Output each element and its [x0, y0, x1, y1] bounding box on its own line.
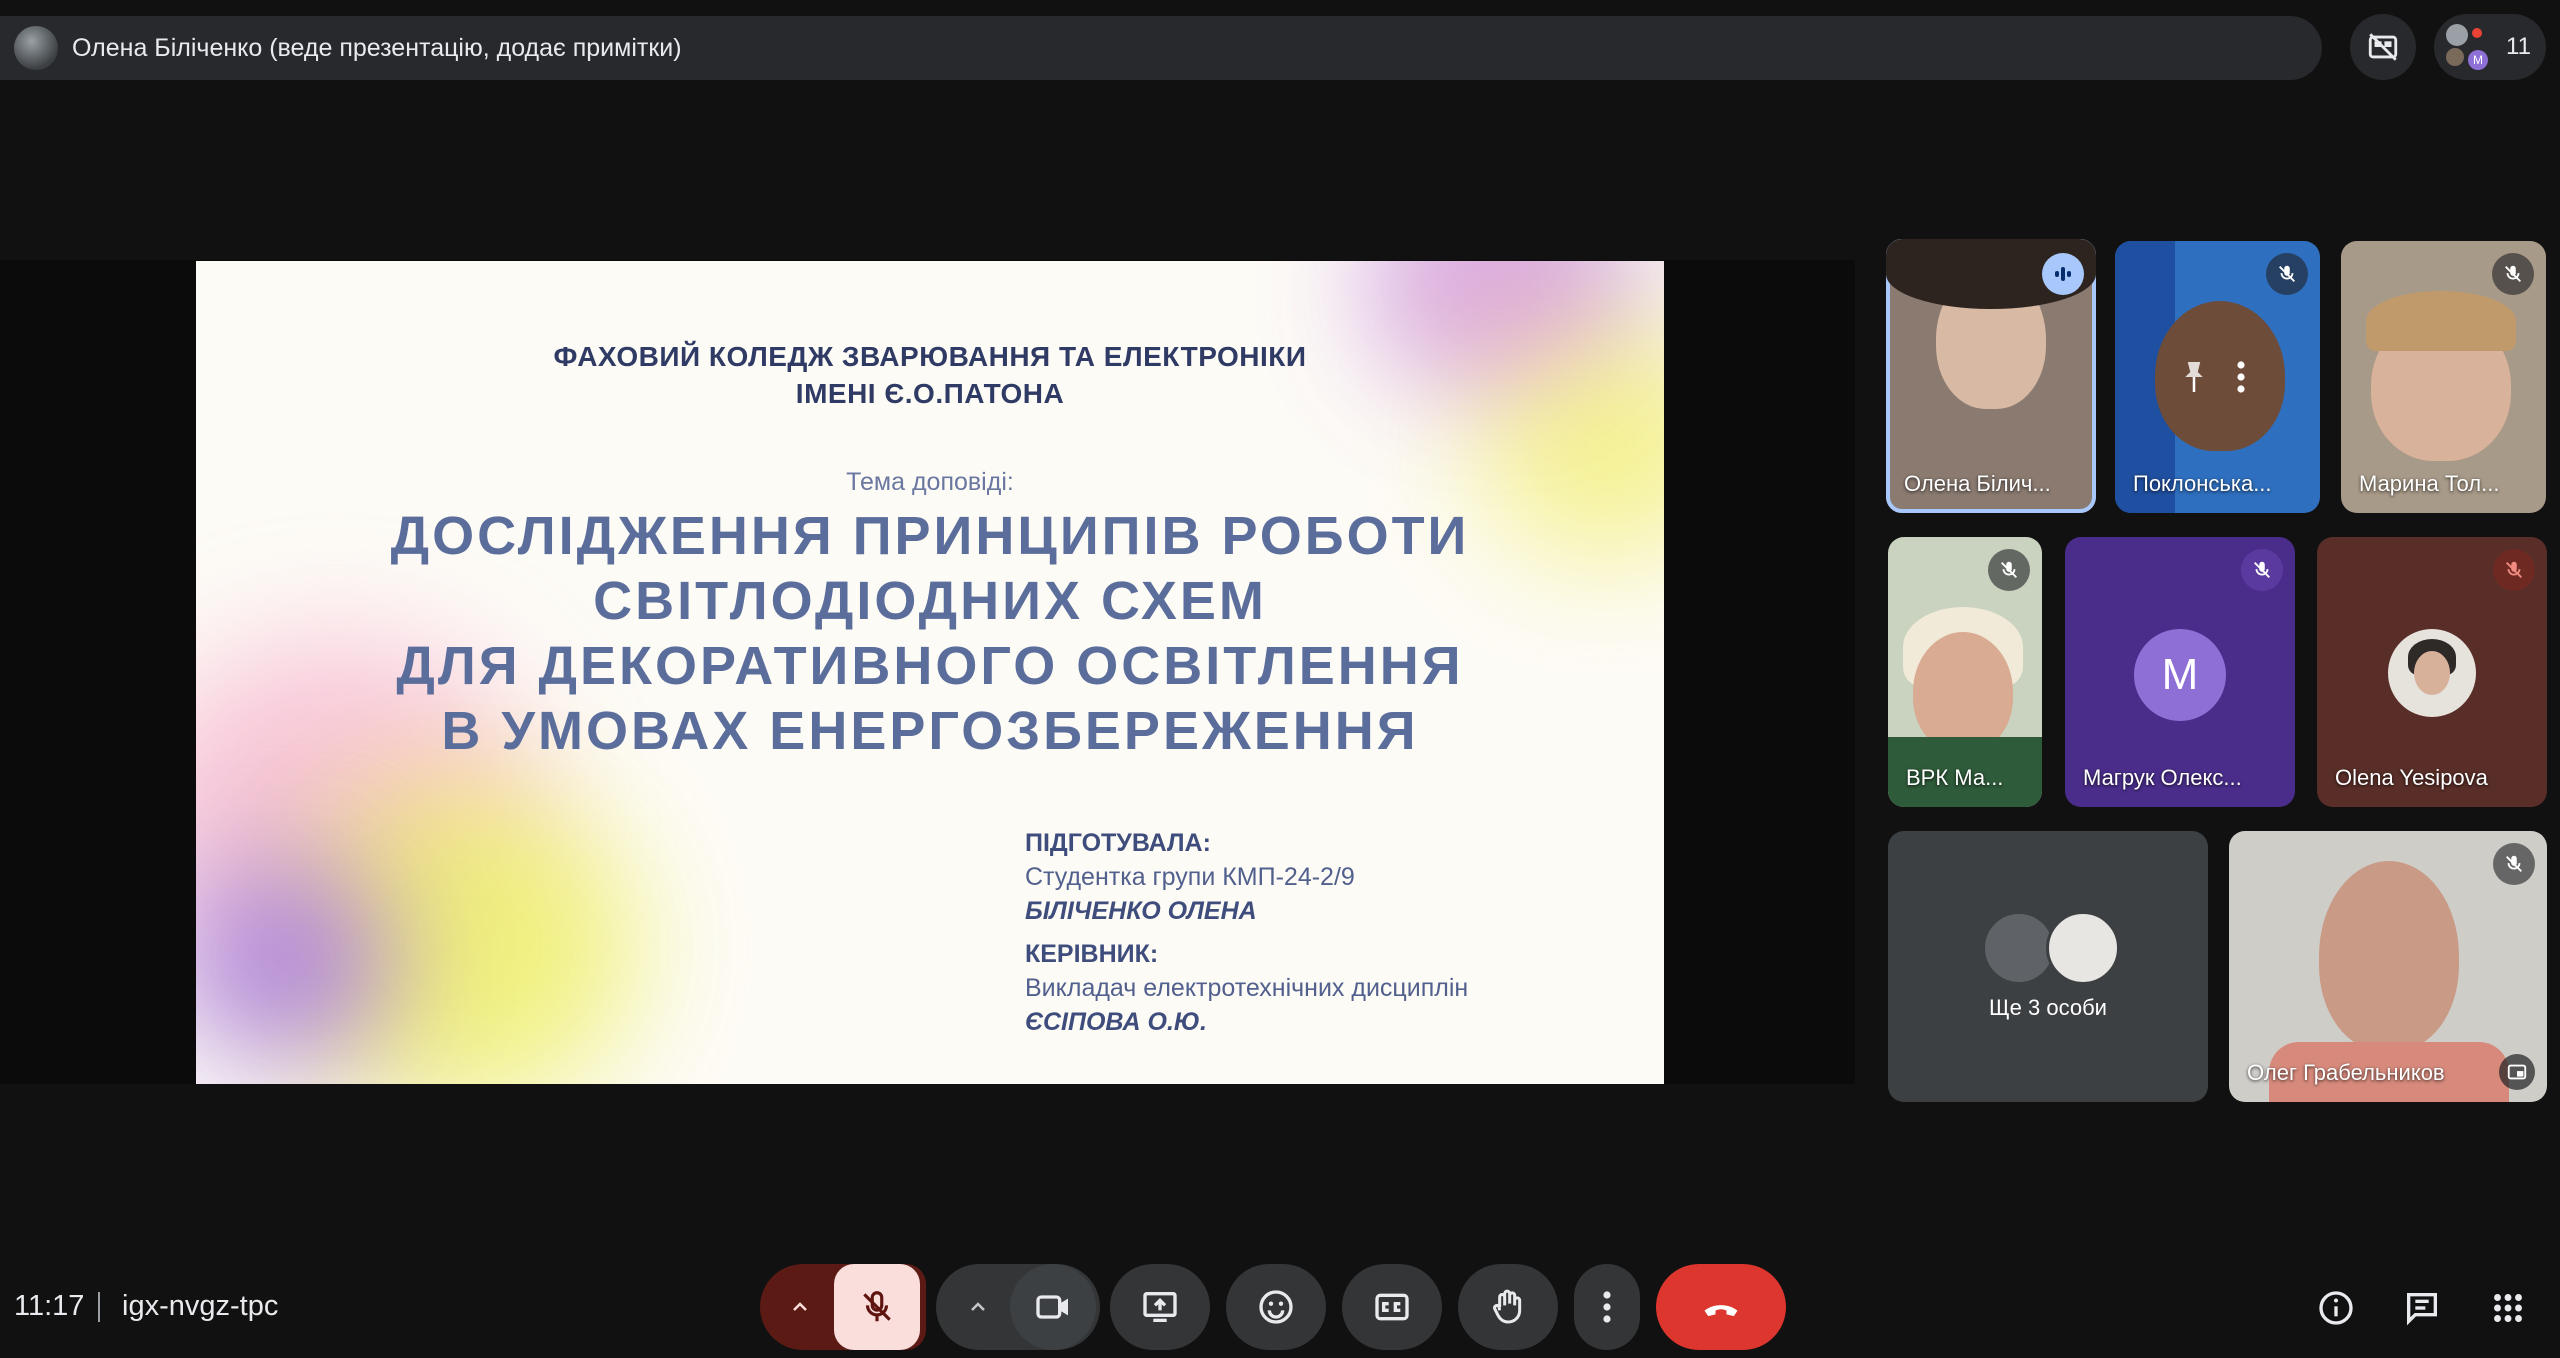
divider	[98, 1292, 100, 1322]
hand-icon	[1493, 1289, 1522, 1324]
participant-avatar	[1982, 911, 2056, 985]
mic-off-icon	[2506, 561, 2522, 578]
participant-name: Магрук Олекс...	[2083, 765, 2242, 790]
participant-mini-avatar: M	[2468, 50, 2488, 70]
participant-tile[interactable]: Марина Тол...	[2341, 241, 2546, 513]
mic-off-indicator	[2492, 253, 2534, 295]
participant-mini-avatar	[2446, 24, 2468, 46]
participant-video	[2155, 301, 2285, 451]
mic-off-icon	[863, 1291, 891, 1322]
participant-name: Olena Yesipova	[2335, 765, 2488, 790]
participant-avatar	[2388, 629, 2476, 717]
slide-college-line1: ФАХОВИЙ КОЛЕДЖ ЗВАРЮВАННЯ ТА ЕЛЕКТРОНІКИ	[553, 341, 1307, 372]
mic-off-icon	[2506, 855, 2522, 872]
participant-tile[interactable]: Поклонська...	[2115, 241, 2320, 513]
tiles-off-icon	[2368, 33, 2398, 61]
chevron-up-icon	[793, 1302, 807, 1311]
avatar-face	[2414, 651, 2450, 695]
supervisor-name: ЄСІПОВА О.Ю.	[1025, 1008, 1207, 1036]
participant-name: Олена Білич...	[1904, 471, 2051, 496]
present-screen-button[interactable]	[1110, 1264, 1210, 1350]
emoji-icon	[1259, 1290, 1293, 1324]
participant-tile[interactable]: Olena Yesipova	[2317, 537, 2547, 807]
participant-video	[2319, 861, 2459, 1051]
hang-up-icon	[1704, 1305, 1738, 1317]
participant-tile[interactable]: Олег Грабельников	[2229, 831, 2547, 1102]
more-options-icon[interactable]	[2231, 359, 2251, 395]
participant-mini-avatar	[2446, 48, 2464, 66]
participant-avatar: M	[2134, 629, 2226, 721]
info-icon	[2319, 1291, 2353, 1325]
slide-title-line: ДОСЛІДЖЕННЯ ПРИНЦИПІВ РОБОТИ	[390, 506, 1470, 566]
notification-dot	[2472, 28, 2482, 38]
presenter-bar[interactable]: Олена Біліченко (веде презентацію, додає…	[0, 16, 2322, 80]
mic-off-indicator	[2241, 549, 2283, 591]
more-vert-icon	[1603, 1291, 1611, 1323]
mic-off-icon	[2279, 265, 2295, 282]
mic-off-icon	[2505, 265, 2521, 282]
apps-grid-icon	[2494, 1294, 2522, 1322]
reactions-button[interactable]	[1226, 1264, 1326, 1350]
video-camera-icon	[1036, 1295, 1068, 1319]
supervisor-desc: Викладач електротехнічних дисциплін	[1025, 974, 1469, 1002]
mic-off-icon	[2254, 561, 2270, 578]
mic-off-indicator	[2266, 253, 2308, 295]
speaking-indicator	[2042, 253, 2084, 295]
slide-supervisor-block: КЕРІВНИК: Викладач електротехнічних дисц…	[1025, 937, 1468, 1039]
supervisor-heading: КЕРІВНИК:	[1025, 940, 1159, 968]
camera-toggle-button[interactable]	[1010, 1264, 1096, 1350]
closed-captions-icon	[1375, 1293, 1409, 1321]
more-participants-label: Ще 3 особи	[1989, 995, 2107, 1020]
slide-college-line2: ІМЕНІ Є.О.ПАТОНА	[795, 378, 1065, 409]
participant-tile[interactable]: ВРК Ма...	[1888, 537, 2042, 807]
mic-off-indicator	[2493, 843, 2535, 885]
participant-tile[interactable]: M Магрук Олекс...	[2065, 537, 2295, 807]
leave-call-button[interactable]	[1656, 1264, 1786, 1350]
mic-off-icon	[2001, 561, 2017, 578]
chevron-up-icon	[971, 1302, 985, 1311]
audio-level-icon	[2055, 267, 2071, 281]
picture-in-picture-icon	[2507, 1064, 2527, 1080]
presentation-slide: ФАХОВИЙ КОЛЕДЖ ЗВАРЮВАННЯ ТА ЕЛЕКТРОНІКИ…	[196, 261, 1664, 1084]
meeting-clock: 11:17	[14, 1290, 85, 1322]
mic-off-indicator	[1988, 549, 2030, 591]
prepared-desc: Студентка групи КМП-24-2/9	[1025, 863, 1355, 891]
picture-in-picture-button[interactable]	[2499, 1054, 2535, 1090]
slide-title-line: В УМОВАХ ЕНЕРГОЗБЕРЕЖЕННЯ	[441, 701, 1419, 761]
present-screen-icon	[1143, 1292, 1177, 1322]
presenter-avatar	[14, 26, 58, 70]
more-participants-tile[interactable]: Ще 3 особи	[1888, 831, 2208, 1102]
presenter-label: Олена Біліченко (веде презентацію, додає…	[72, 33, 682, 62]
prepared-name: БІЛІЧЕНКО ОЛЕНА	[1025, 897, 1257, 925]
slide-title-line: ДЛЯ ДЕКОРАТИВНОГО ОСВІТЛЕННЯ	[396, 636, 1464, 696]
more-options-button[interactable]	[1574, 1264, 1640, 1350]
chat-icon	[2407, 1293, 2437, 1326]
participant-name: Олег Грабельников	[2247, 1060, 2445, 1085]
participant-name: Поклонська...	[2133, 471, 2272, 496]
pin-icon[interactable]	[2179, 359, 2209, 395]
slide-topic-label: Тема доповіді:	[846, 468, 1014, 496]
chat-button[interactable]	[2394, 1280, 2450, 1336]
microphone-toggle-button[interactable]	[834, 1264, 920, 1350]
participant-tile[interactable]: Олена Білич...	[1886, 239, 2096, 513]
slide-title-line: СВІТЛОДІОДНИХ СХЕМ	[593, 571, 1267, 631]
slide-prepared-block: ПІДГОТУВАЛА: Студентка групи КМП-24-2/9 …	[1025, 826, 1355, 928]
participant-avatar	[2046, 911, 2120, 985]
participants-button[interactable]: M 11	[2434, 14, 2546, 80]
raise-hand-button[interactable]	[1458, 1264, 1558, 1350]
participant-name: Марина Тол...	[2359, 471, 2500, 496]
participant-hair	[2366, 291, 2516, 351]
hide-tiles-button[interactable]	[2350, 14, 2416, 80]
meeting-code[interactable]: igx-nvgz-tpc	[122, 1290, 278, 1323]
participant-video	[1913, 632, 2013, 752]
meeting-details-button[interactable]	[2308, 1280, 2364, 1336]
captions-button[interactable]	[1342, 1264, 1442, 1350]
participants-count: 11	[2506, 33, 2531, 60]
mic-off-indicator	[2493, 549, 2535, 591]
prepared-heading: ПІДГОТУВАЛА:	[1025, 829, 1211, 857]
participant-name: ВРК Ма...	[1906, 765, 2004, 790]
activities-button[interactable]	[2480, 1280, 2536, 1336]
